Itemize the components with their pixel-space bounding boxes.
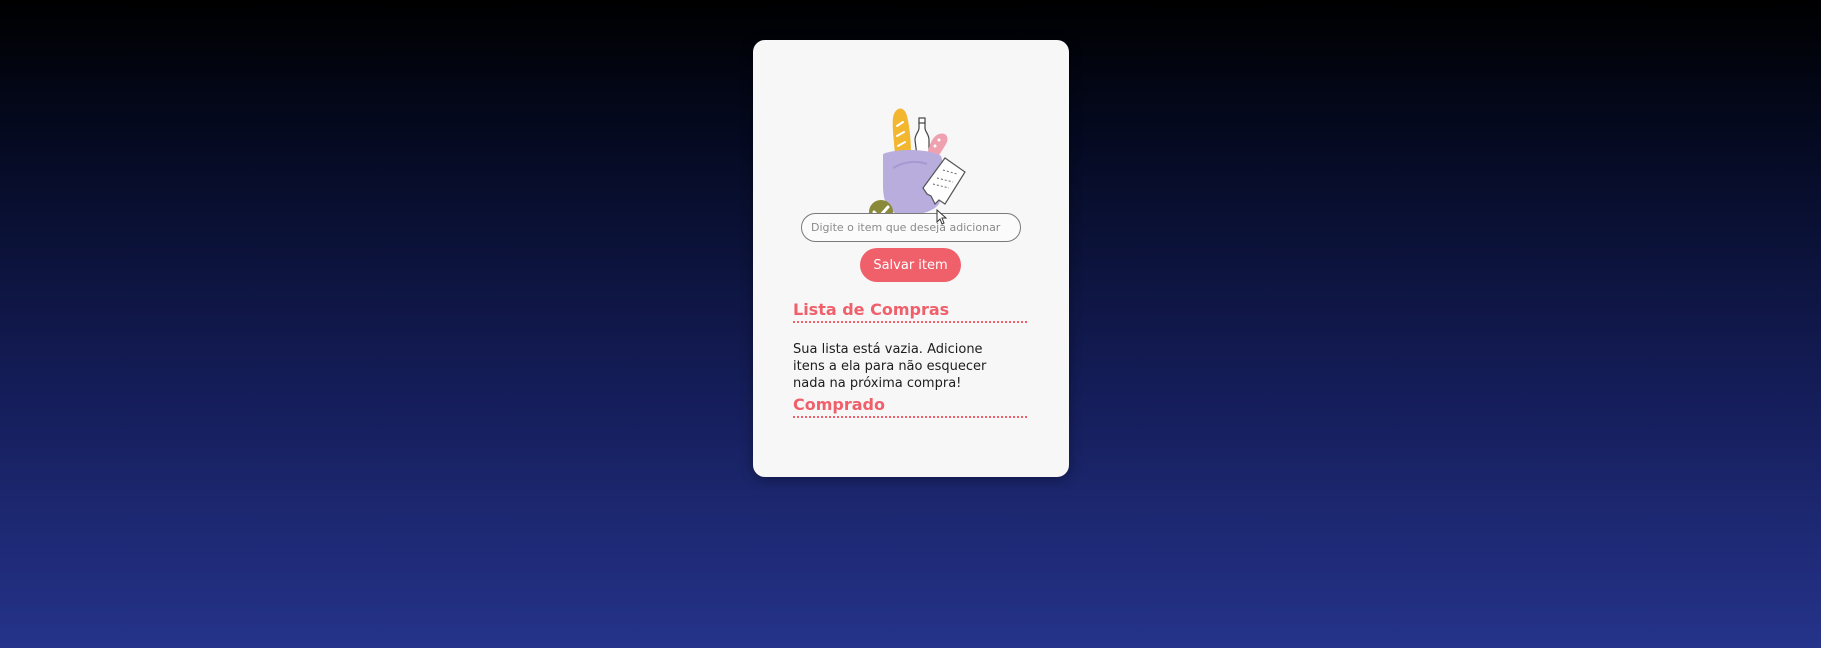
- item-input[interactable]: [801, 213, 1021, 242]
- shopping-list-card: Salvar item Lista de Compras Sua lista e…: [753, 40, 1069, 477]
- shopping-bag-illustration: [869, 108, 966, 224]
- empty-list-message: Sua lista está vazia. Adicione itens a e…: [793, 342, 987, 391]
- mouse-cursor-icon: [936, 209, 948, 225]
- save-item-button[interactable]: Salvar item: [860, 248, 961, 282]
- bread-icon: [892, 108, 911, 156]
- shopping-list-title: Lista de Compras: [793, 300, 1027, 323]
- bought-section-title: Comprado: [793, 395, 1027, 418]
